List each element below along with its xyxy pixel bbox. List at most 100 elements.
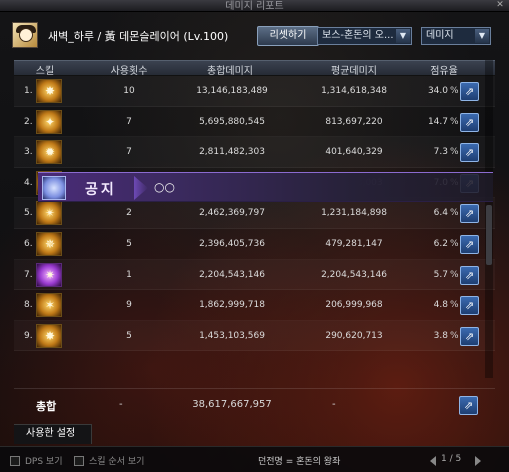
- skill-icon: ✸: [36, 79, 62, 103]
- header-avg: 평균데미지: [331, 66, 377, 77]
- window-titlebar[interactable]: 데미지 리포트 ✕: [0, 0, 509, 12]
- row-total: 13,146,183,489: [196, 86, 268, 96]
- skill-icon: ✷: [36, 262, 62, 287]
- share-icon[interactable]: ⇗: [460, 143, 479, 163]
- table-row: 6. ✵ 5 2,396,405,736 479,281,147 6.2% ⇗: [14, 229, 495, 260]
- row-rank: 3.: [24, 147, 33, 158]
- close-icon[interactable]: ✕: [495, 0, 505, 10]
- table-row: 2. ✦ 7 5,695,880,545 813,697,220 14.7% ⇗: [14, 107, 495, 138]
- row-avg: 813,697,220: [325, 116, 383, 127]
- notice-banner: 공지 ○○: [38, 172, 493, 202]
- row-rank: 5.: [24, 208, 33, 219]
- dps-checkbox[interactable]: [10, 456, 20, 466]
- row-share: 6.4: [433, 208, 448, 219]
- row-share-unit: %: [450, 116, 459, 127]
- share-icon[interactable]: ⇗: [460, 265, 479, 285]
- header-uses: 사용횟수: [110, 66, 148, 77]
- row-uses: 7: [126, 116, 132, 127]
- row-uses: 10: [123, 86, 135, 96]
- page-indicator: 1 / 5: [441, 454, 462, 464]
- table-row: 1. ✸ 10 13,146,183,489 1,314,618,348 34.0% ⇗: [14, 76, 495, 107]
- row-share-unit: %: [450, 238, 459, 249]
- table-row: 9. ✸ 5 1,453,103,569 290,620,713 3.8% ⇗: [14, 321, 495, 352]
- row-avg: 2,204,543,146: [321, 269, 387, 280]
- row-total: 5,695,880,545: [199, 116, 265, 127]
- skill-order-checkbox-label: 스킬 순서 보기: [89, 457, 145, 467]
- table-header: 스킬 사용횟수 총합데미지 평균데미지 점유율: [14, 60, 495, 77]
- boss-select[interactable]: 보스-혼돈의 오... ▼: [317, 27, 412, 45]
- footer: DPS 보기 스킬 순서 보기 던전명 = 혼돈의 왕좌 1 / 5: [0, 446, 509, 472]
- row-total: 2,204,543,146: [199, 269, 265, 280]
- notice-icon: [42, 176, 66, 200]
- skill-icon: ✶: [36, 293, 62, 318]
- summary-row: 총합 - 38,617,667,957 - ⇗: [14, 388, 495, 420]
- skill-icon: ✦: [36, 109, 62, 134]
- table-body: 1. ✸ 10 13,146,183,489 1,314,618,348 34.0% ⇗ 2.…: [14, 76, 495, 352]
- header-total: 총합데미지: [207, 66, 253, 77]
- summary-total: 38,617,667,957: [192, 399, 272, 410]
- row-avg: 401,640,329: [325, 147, 383, 158]
- reset-button[interactable]: 리셋하기: [257, 26, 319, 46]
- avatar: [12, 22, 38, 48]
- row-share: 34.0: [427, 86, 448, 96]
- row-rank: 4.: [24, 177, 33, 188]
- share-icon[interactable]: ⇗: [460, 326, 479, 346]
- prev-page-icon[interactable]: [430, 456, 436, 466]
- summary-label: 총합: [36, 400, 57, 413]
- tab-used-settings[interactable]: 사용한 설정: [14, 424, 92, 444]
- share-icon[interactable]: ⇗: [459, 396, 478, 415]
- row-avg: 1,314,618,348: [321, 86, 387, 96]
- row-uses: 5: [126, 330, 132, 341]
- notice-separator: [134, 176, 148, 200]
- row-share: 4.8: [433, 300, 448, 311]
- row-total: 1,453,103,569: [199, 330, 265, 341]
- row-total: 2,462,369,797: [199, 208, 265, 219]
- skill-order-checkbox[interactable]: [74, 456, 84, 466]
- metric-select[interactable]: 데미지 ▼: [421, 27, 491, 45]
- table-row: 8. ✶ 9 1,862,999,718 206,999,968 4.8% ⇗: [14, 290, 495, 321]
- scrollbar[interactable]: [485, 60, 493, 378]
- row-total: 2,396,405,736: [199, 238, 265, 249]
- dps-checkbox-label: DPS 보기: [25, 457, 63, 467]
- row-share: 6.2: [433, 238, 448, 249]
- window-title: 데미지 리포트: [225, 1, 284, 12]
- row-uses: 2: [126, 208, 132, 219]
- chevron-down-icon[interactable]: ▼: [475, 29, 489, 43]
- skill-icon: ✸: [36, 323, 62, 348]
- row-total: 1,862,999,718: [199, 300, 265, 311]
- table-row: 5. ✴ 2 2,462,369,797 1,231,184,898 6.4% ⇗: [14, 198, 495, 229]
- row-share: 14.7: [427, 116, 448, 127]
- header-skill: 스킬: [35, 66, 55, 77]
- row-share-unit: %: [450, 208, 459, 219]
- row-uses: 7: [126, 147, 132, 158]
- skill-icon: ✴: [36, 201, 62, 226]
- share-icon[interactable]: ⇗: [460, 296, 479, 316]
- row-avg: 206,999,968: [325, 300, 383, 311]
- row-share-unit: %: [450, 300, 459, 311]
- share-icon[interactable]: ⇗: [460, 112, 479, 132]
- row-uses: 1: [126, 269, 132, 280]
- metric-select-value: 데미지: [426, 30, 454, 41]
- damage-table: 스킬 사용횟수 총합데미지 평균데미지 점유율 1. ✸ 10 13,146,183,…: [14, 60, 495, 352]
- share-icon[interactable]: ⇗: [460, 82, 479, 101]
- row-total: 2,811,482,303: [199, 147, 265, 158]
- notice-text: ○○: [154, 180, 175, 194]
- row-rank: 7.: [24, 269, 33, 280]
- row-share-unit: %: [450, 269, 459, 280]
- next-page-icon[interactable]: [475, 456, 481, 466]
- boss-select-value: 보스-혼돈의 오...: [322, 30, 394, 41]
- chevron-down-icon[interactable]: ▼: [396, 29, 410, 43]
- row-share-unit: %: [450, 86, 459, 96]
- row-avg: 290,620,713: [325, 330, 383, 341]
- row-rank: 2.: [24, 116, 33, 127]
- row-avg: 1,231,184,898: [321, 208, 387, 219]
- scrollbar-thumb[interactable]: [486, 205, 492, 265]
- row-share-unit: %: [450, 330, 459, 341]
- row-rank: 9.: [24, 330, 33, 341]
- share-icon[interactable]: ⇗: [460, 234, 479, 254]
- table-row: 3. ✹ 7 2,811,482,303 401,640,329 7.3% ⇗: [14, 137, 495, 168]
- row-rank: 1.: [24, 86, 33, 96]
- dungeon-name: 던전명 = 혼돈의 왕좌: [258, 457, 341, 467]
- summary-uses: -: [119, 399, 123, 410]
- share-icon[interactable]: ⇗: [460, 204, 479, 224]
